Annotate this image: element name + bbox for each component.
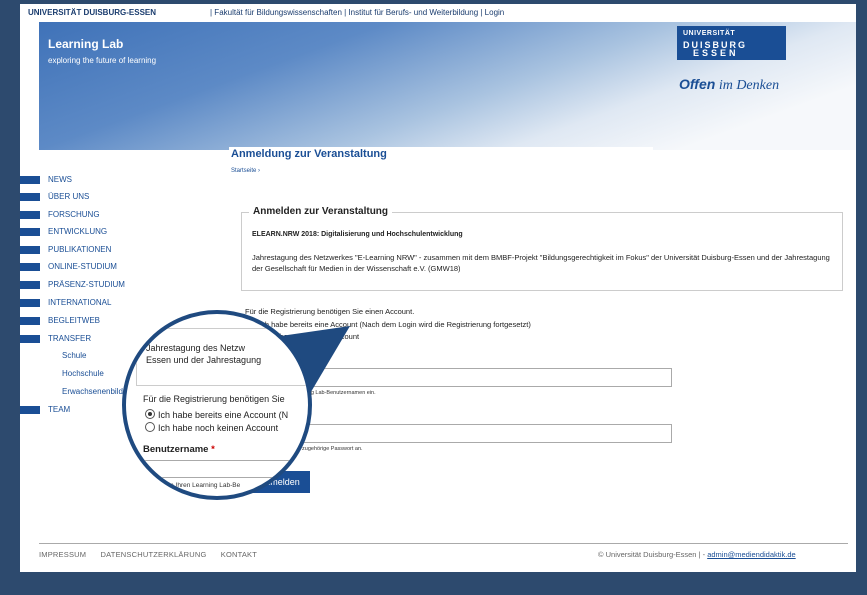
nav-marker bbox=[20, 299, 40, 307]
slogan: Offen im Denken bbox=[679, 76, 779, 94]
footer-email-link[interactable]: admin@mediendidaktik.de bbox=[707, 550, 796, 559]
header-banner: Learning Lab exploring the future of lea… bbox=[39, 22, 856, 150]
logo-line1: UNIVERSITÄT bbox=[683, 30, 736, 37]
footer-kontakt[interactable]: KONTAKT bbox=[221, 550, 257, 559]
username-input[interactable] bbox=[261, 368, 672, 387]
footer-copyright: © Universität Duisburg-Essen | - admin@m… bbox=[598, 550, 796, 559]
nav-item-online-studium[interactable]: ONLINE-STUDIUM bbox=[20, 261, 170, 274]
university-link[interactable]: UNIVERSITÄT DUISBURG-ESSEN bbox=[28, 4, 156, 22]
footer-impressum[interactable]: IMPRESSUM bbox=[39, 550, 86, 559]
nav-subitem-hochschule[interactable]: Hochschule bbox=[62, 369, 104, 378]
nav-label: BEGLEITWEB bbox=[48, 316, 101, 325]
nav-label: ONLINE-STUDIUM bbox=[48, 262, 117, 271]
top-links[interactable]: | Fakultät für Bildungswissenschaften | … bbox=[210, 4, 504, 22]
nav-marker bbox=[20, 263, 40, 271]
nav-subitem-schule[interactable]: Schule bbox=[62, 351, 86, 360]
nav-item-ueber-uns[interactable]: ÜBER UNS bbox=[20, 191, 170, 204]
nav-label: TRANSFER bbox=[48, 334, 92, 343]
site-subtitle: exploring the future of learning bbox=[48, 56, 157, 65]
mag-account-question: Für die Registrierung benötigen Sie bbox=[143, 394, 285, 404]
nav-item-news[interactable]: NEWS bbox=[20, 174, 170, 187]
nav-marker bbox=[20, 211, 40, 219]
slogan-bold: Offen bbox=[679, 76, 716, 92]
nav-label: TEAM bbox=[48, 405, 71, 414]
nav-marker bbox=[20, 335, 40, 343]
fieldset-legend: Anmelden zur Veranstaltung bbox=[249, 206, 393, 217]
mag-description: Jahrestagung des Netzw Essen und der Jahr… bbox=[146, 343, 262, 365]
mag-username-hint: Geben Sie Ihren Learning Lab-Be bbox=[143, 482, 241, 489]
university-logo[interactable]: UNIVERSITÄT DUISBURG ESSEN bbox=[677, 26, 786, 60]
breadcrumb[interactable]: Startseite › bbox=[231, 168, 260, 174]
mag-radio-no-account[interactable]: Ich habe noch keinen Account bbox=[145, 422, 278, 433]
nav-label: PRÄSENZ-STUDIUM bbox=[48, 280, 125, 289]
slogan-rest: im Denken bbox=[715, 78, 780, 93]
footer-datenschutz[interactable]: DATENSCHUTZERKLÄRUNG bbox=[101, 550, 207, 559]
nav-marker bbox=[20, 281, 40, 289]
nav-marker bbox=[20, 193, 40, 201]
nav-item-forschung[interactable]: FORSCHUNG bbox=[20, 209, 170, 222]
nav-item-publikationen[interactable]: PUBLIKATIONEN bbox=[20, 244, 170, 257]
event-title: ELEARN.NRW 2018: Digitalisierung und Hoc… bbox=[252, 231, 463, 238]
page: UNIVERSITÄT DUISBURG-ESSEN | Fakultät fü… bbox=[20, 4, 856, 572]
nav-marker bbox=[20, 228, 40, 236]
nav-label: ENTWICKLUNG bbox=[48, 227, 108, 236]
mag-radio-has-account[interactable]: Ich habe bereits eine Account (N bbox=[145, 409, 288, 420]
nav-label: INTERNATIONAL bbox=[48, 298, 112, 307]
logo-line3: ESSEN bbox=[693, 48, 739, 58]
footer-links: IMPRESSUM DATENSCHUTZERKLÄRUNG KONTAKT bbox=[39, 550, 269, 559]
page-title: Anmeldung zur Veranstaltung bbox=[231, 148, 387, 160]
mag-username-label: Benutzername * bbox=[143, 444, 215, 455]
magnifier-content: Jahrestagung des Netzw Essen und der Jahr… bbox=[126, 314, 308, 496]
nav-marker bbox=[20, 246, 40, 254]
footer-divider bbox=[39, 543, 848, 544]
nav-label: FORSCHUNG bbox=[48, 210, 100, 219]
nav-label: ÜBER UNS bbox=[48, 192, 90, 201]
nav-item-international[interactable]: INTERNATIONAL bbox=[20, 297, 170, 310]
top-bar: UNIVERSITÄT DUISBURG-ESSEN | Fakultät fü… bbox=[20, 4, 856, 22]
nav-label: NEWS bbox=[48, 175, 72, 184]
site-title[interactable]: Learning Lab bbox=[48, 37, 123, 51]
nav-marker bbox=[20, 317, 40, 325]
nav-item-praesenz-studium[interactable]: PRÄSENZ-STUDIUM bbox=[20, 279, 170, 292]
password-input[interactable] bbox=[261, 424, 672, 443]
nav-item-entwicklung[interactable]: ENTWICKLUNG bbox=[20, 226, 170, 239]
event-description: Jahrestagung des Netzwerkes "E-Learning … bbox=[252, 253, 830, 273]
magnifier-lens: Jahrestagung des Netzw Essen und der Jahr… bbox=[122, 310, 312, 500]
radio-unselected-icon[interactable] bbox=[145, 422, 155, 432]
nav-label: PUBLIKATIONEN bbox=[48, 245, 112, 254]
nav-marker bbox=[20, 176, 40, 184]
mag-username-input[interactable] bbox=[143, 460, 308, 478]
nav-marker bbox=[20, 406, 40, 414]
radio-selected-icon[interactable] bbox=[145, 409, 155, 419]
